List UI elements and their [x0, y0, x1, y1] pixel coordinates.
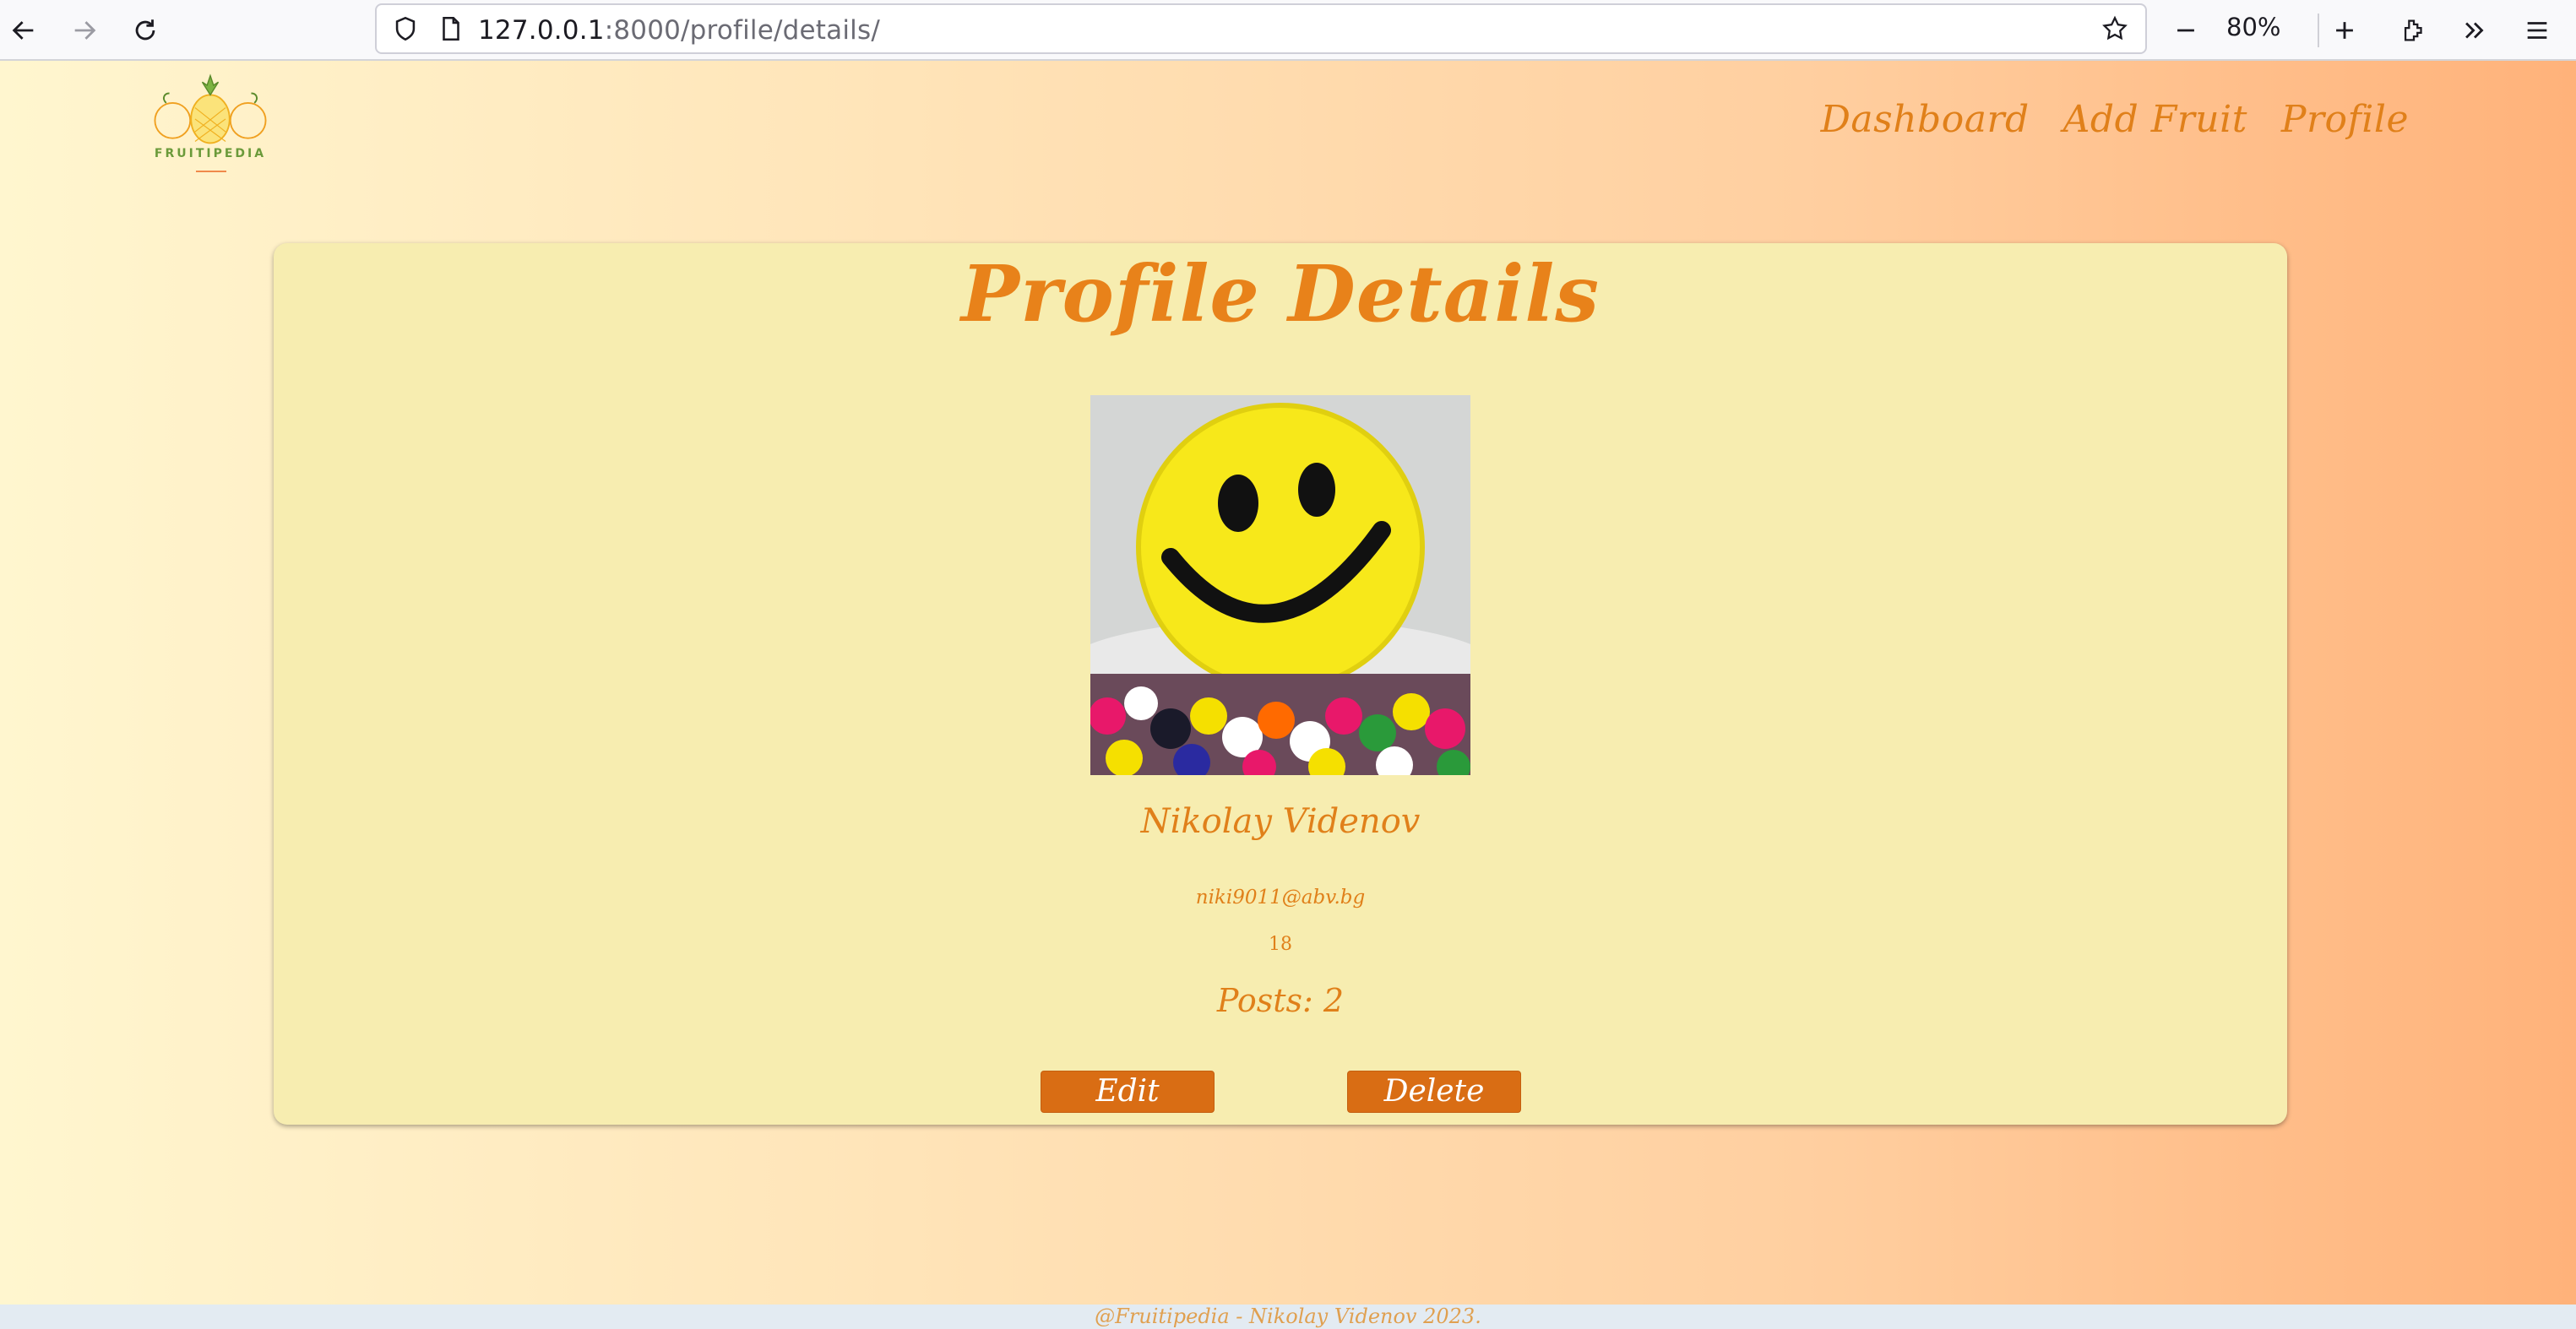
logo-fruits-icon: [154, 73, 267, 144]
smiley-face-image: [1090, 395, 1470, 775]
page-body: FRUITIPEDIA Dashboard Add Fruit Profile …: [0, 61, 2576, 1305]
browser-toolbar: 127.0.0.1:8000/profile/details/ 80%: [0, 0, 2576, 61]
zoom-level[interactable]: 80%: [2226, 12, 2280, 42]
footer-text: @Fruitipedia - Nikolay Videnov 2023.: [1095, 1305, 1481, 1328]
extensions-icon[interactable]: [2390, 7, 2437, 54]
logo-underline: [196, 171, 226, 172]
profile-posts-count: Posts: 2: [1216, 982, 1345, 1019]
main-nav: Dashboard Add Fruit Profile: [1821, 95, 2409, 145]
zoom-out-icon[interactable]: [2162, 7, 2209, 54]
url-path: :8000/profile/details/: [604, 15, 880, 46]
profile-age: 18: [1269, 934, 1292, 955]
page-icon: [427, 5, 475, 52]
back-arrow-icon[interactable]: [0, 7, 47, 54]
menu-icon[interactable]: [2514, 7, 2561, 54]
edit-button[interactable]: Edit: [1041, 1071, 1215, 1113]
toolbar-divider: [2318, 14, 2319, 47]
profile-card: Profile Details Nikolay Videnov niki9011…: [274, 243, 2287, 1125]
nav-profile[interactable]: Profile: [2281, 95, 2409, 145]
url-text[interactable]: 127.0.0.1:8000/profile/details/: [478, 15, 880, 46]
nav-dashboard[interactable]: Dashboard: [1821, 95, 2030, 145]
reload-icon[interactable]: [122, 7, 169, 54]
candy-pile: [1090, 674, 1470, 775]
forward-arrow-icon[interactable]: [61, 7, 108, 54]
logo-text: FRUITIPEDIA: [154, 147, 267, 160]
profile-email: niki9011@abv.bg: [1195, 887, 1366, 909]
profile-avatar: [1090, 395, 1470, 775]
zoom-in-icon[interactable]: [2321, 7, 2368, 54]
url-host: 127.0.0.1: [478, 15, 605, 46]
shield-icon[interactable]: [382, 5, 429, 52]
fruitipedia-logo[interactable]: FRUITIPEDIA: [139, 69, 282, 172]
page-title: Profile Details: [960, 248, 1600, 339]
delete-button[interactable]: Delete: [1347, 1071, 1521, 1113]
overflow-icon[interactable]: [2451, 7, 2498, 54]
footer: @Fruitipedia - Nikolay Videnov 2023.: [0, 1305, 2576, 1329]
nav-add-fruit[interactable]: Add Fruit: [2063, 95, 2247, 145]
star-icon[interactable]: [2091, 5, 2139, 52]
address-bar[interactable]: 127.0.0.1:8000/profile/details/: [375, 3, 2147, 54]
profile-name: Nikolay Videnov: [1140, 802, 1421, 841]
